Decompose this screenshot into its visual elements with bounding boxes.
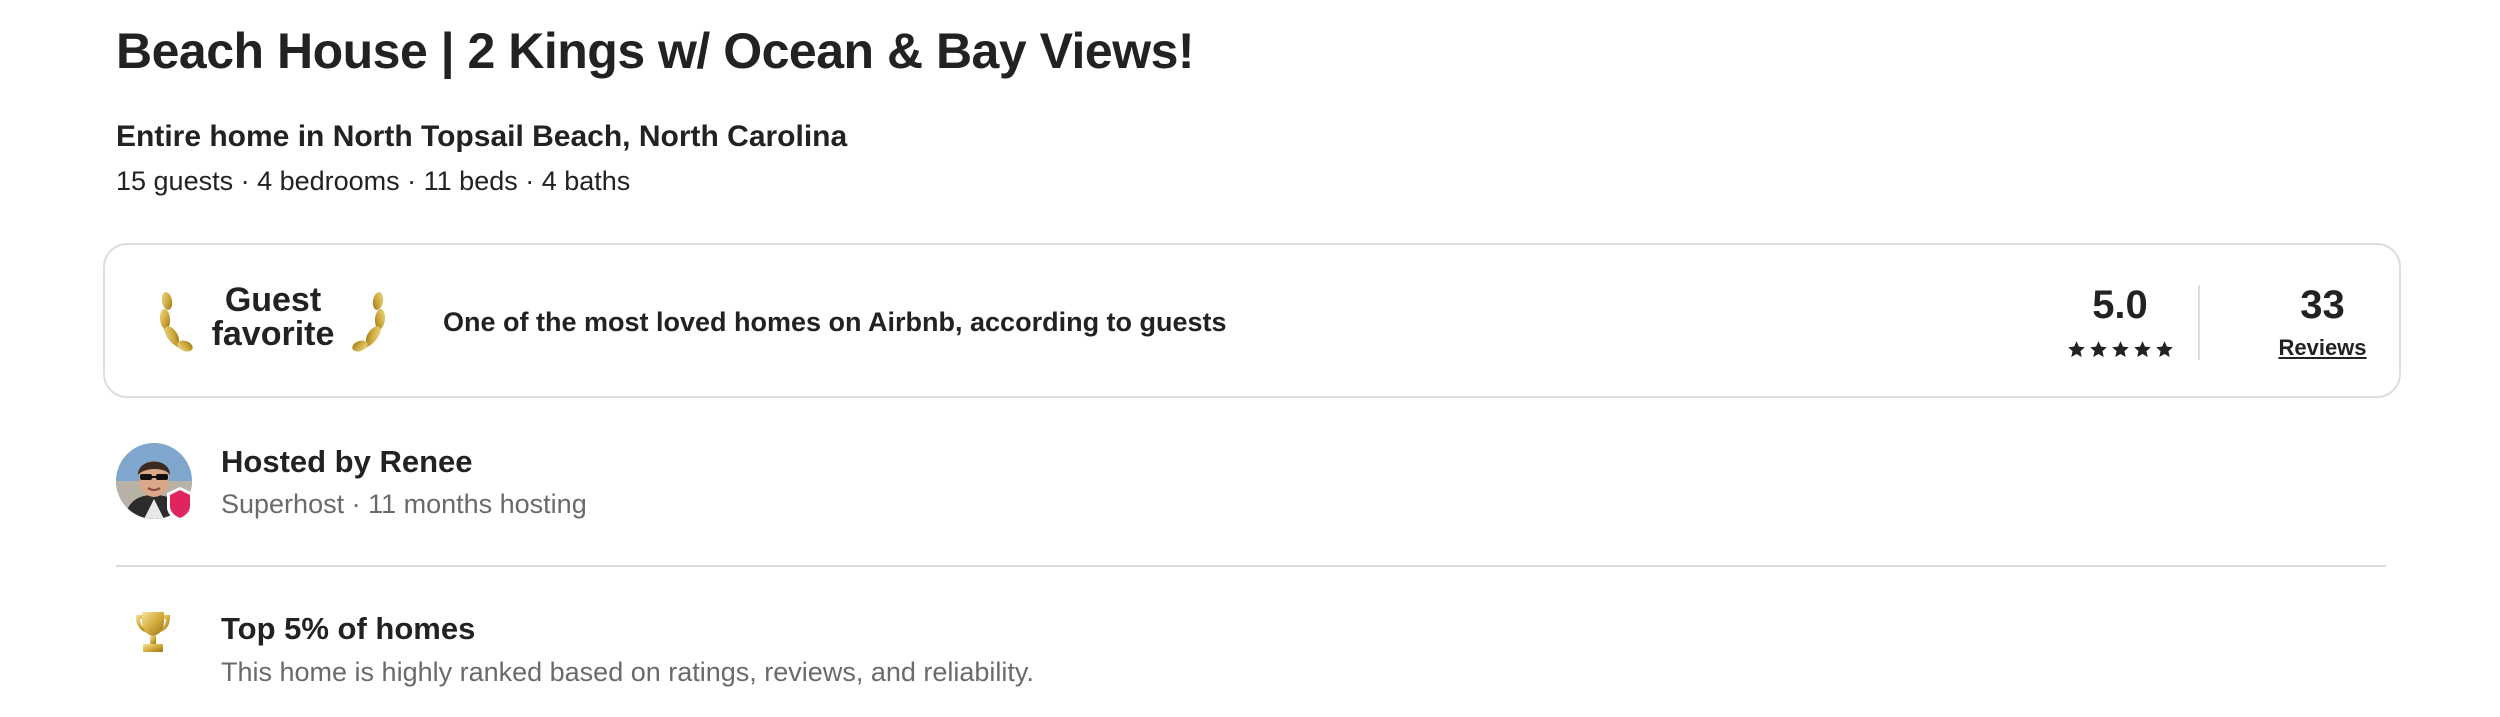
listing-page: Beach House | 2 Kings w/ Ocean & Bay Vie… [0, 0, 2500, 717]
property-type: Entire home in North Topsail Beach, Nort… [116, 120, 848, 153]
trophy-icon [136, 612, 170, 652]
rating-value: 5.0 [2092, 283, 2148, 327]
host-name: Hosted by Renee [221, 444, 473, 479]
guest-favorite-card[interactable]: Guest favorite One of the most loved hom… [103, 243, 2401, 398]
laurel-right-icon [352, 292, 386, 352]
badge-line-1: Guest [224, 281, 322, 319]
property-stats: 15 guests · 4 bedrooms · 11 beds · 4 bat… [116, 166, 631, 196]
badge-line-2: favorite [211, 315, 335, 353]
star-icon [2067, 341, 2085, 358]
superhost-badge-icon [167, 487, 193, 521]
review-count: 33 [2300, 283, 2345, 327]
star-icon [2133, 341, 2151, 358]
reviews-link[interactable]: Reviews [2255, 335, 2390, 361]
card-divider [2198, 285, 2200, 360]
listing-title: Beach House | 2 Kings w/ Ocean & Bay Vie… [116, 23, 1195, 79]
rating-stars [2030, 340, 2210, 359]
highlight-description: This home is highly ranked based on rati… [221, 657, 1034, 687]
star-icon [2111, 341, 2129, 358]
highlight-title: Top 5% of homes [221, 611, 476, 646]
star-icon [2089, 341, 2107, 358]
host-meta: Superhost · 11 months hosting [221, 489, 587, 519]
guest-favorite-description: One of the most loved homes on Airbnb, a… [443, 307, 1227, 337]
section-divider [116, 565, 2386, 567]
guest-favorite-badge: Guest favorite [203, 283, 343, 351]
laurel-left-icon [159, 292, 193, 352]
star-icon [2155, 341, 2173, 358]
